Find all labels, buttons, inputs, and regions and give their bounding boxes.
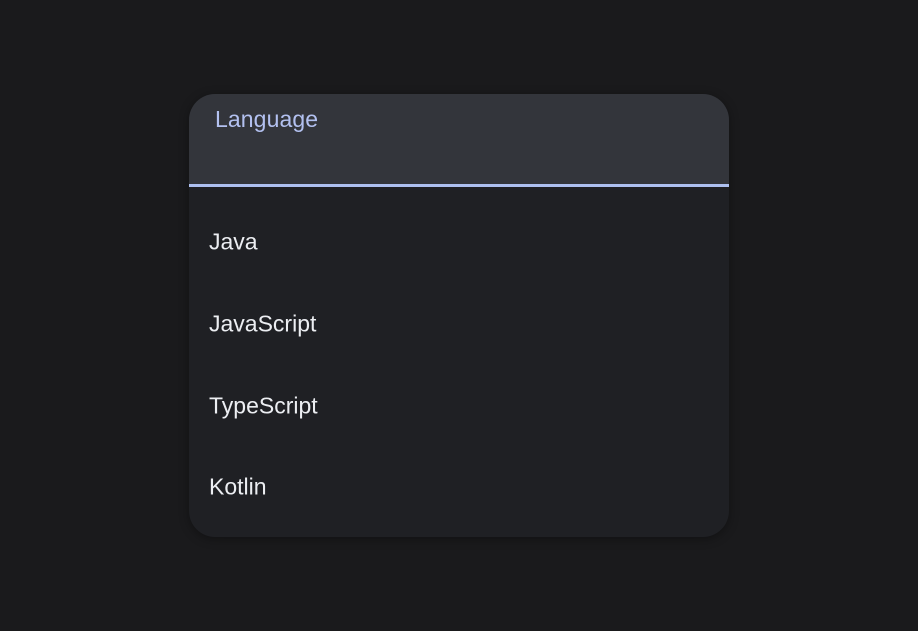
option-label: TypeScript — [209, 392, 318, 419]
language-field[interactable]: Language — [189, 94, 729, 187]
option-label: Kotlin — [209, 473, 267, 500]
option-java[interactable]: Java — [189, 212, 729, 272]
field-label: Language — [215, 106, 319, 132]
option-typescript[interactable]: TypeScript — [189, 376, 729, 436]
option-javascript[interactable]: JavaScript — [189, 294, 729, 354]
language-dropdown: Language Java JavaScript TypeScript Kotl… — [189, 94, 729, 537]
option-kotlin[interactable]: Kotlin — [189, 457, 729, 517]
option-label: Java — [209, 228, 258, 255]
option-label: JavaScript — [209, 310, 317, 337]
